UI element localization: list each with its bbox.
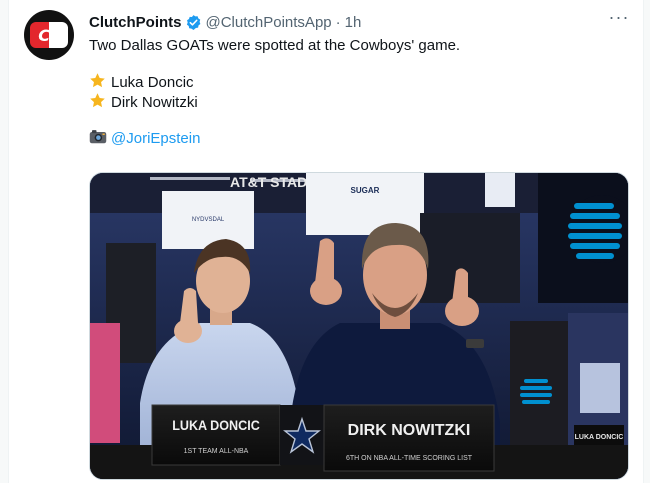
sign-dirk-sub: 6TH ON NBA ALL-TIME SCORING LIST <box>346 455 473 462</box>
sign-luka-name: LUKA DONCIC <box>172 417 260 433</box>
author-handle[interactable]: @ClutchPointsApp <box>206 14 332 31</box>
list-item: Luka Doncic <box>89 72 623 92</box>
banner-sugar: SUGAR <box>351 186 380 195</box>
timestamp[interactable]: 1h <box>345 14 362 31</box>
sign-small-name: LUKA DONCIC <box>575 434 624 441</box>
tweet-text: Two Dallas GOATs were spotted at the Cow… <box>89 36 623 148</box>
item-luka: Luka Doncic <box>111 74 194 91</box>
author-name[interactable]: ClutchPoints <box>89 14 182 31</box>
separator: · <box>335 13 341 31</box>
tweet-card[interactable]: CP ClutchPoints @ClutchPointsApp · 1h ··… <box>8 0 644 483</box>
name-sign-luka: LUKA DONCIC 1ST TEAM ALL-NBA <box>151 404 281 466</box>
photo-credit: @JoriEpstein <box>89 128 623 148</box>
tweet-header: ClutchPoints @ClutchPointsApp · 1h <box>89 12 613 32</box>
clutchpoints-logo: CP <box>30 22 68 48</box>
sign-dirk-name: DIRK NOWITZKI <box>348 422 471 439</box>
logo-text: CP <box>38 25 60 45</box>
camera-emoji-icon <box>89 128 107 151</box>
tweet-photo[interactable]: AT&T STADIUM NYDVSDAL SUGAR LUKA DONCIC … <box>89 172 629 480</box>
verified-badge-icon <box>185 14 202 31</box>
avatar[interactable]: CP <box>24 10 74 60</box>
tweet-text-line: Two Dallas GOATs were spotted at the Cow… <box>89 37 461 54</box>
credit-mention-link[interactable]: @JoriEpstein <box>111 130 200 147</box>
item-dirk: Dirk Nowitzki <box>111 94 198 111</box>
more-options-icon[interactable]: ··· <box>607 8 631 30</box>
banner-hashtag: NYDVSDAL <box>192 217 225 223</box>
sign-luka-sub: 1ST TEAM ALL-NBA <box>184 448 249 455</box>
photo-scene: AT&T STADIUM NYDVSDAL SUGAR LUKA DONCIC … <box>90 173 628 479</box>
list-item: Dirk Nowitzki <box>89 92 623 112</box>
name-sign-dirk: DIRK NOWITZKI 6TH ON NBA ALL-TIME SCORIN… <box>323 404 495 472</box>
cowboys-star-icon <box>280 405 324 465</box>
star-emoji-icon <box>89 92 107 115</box>
